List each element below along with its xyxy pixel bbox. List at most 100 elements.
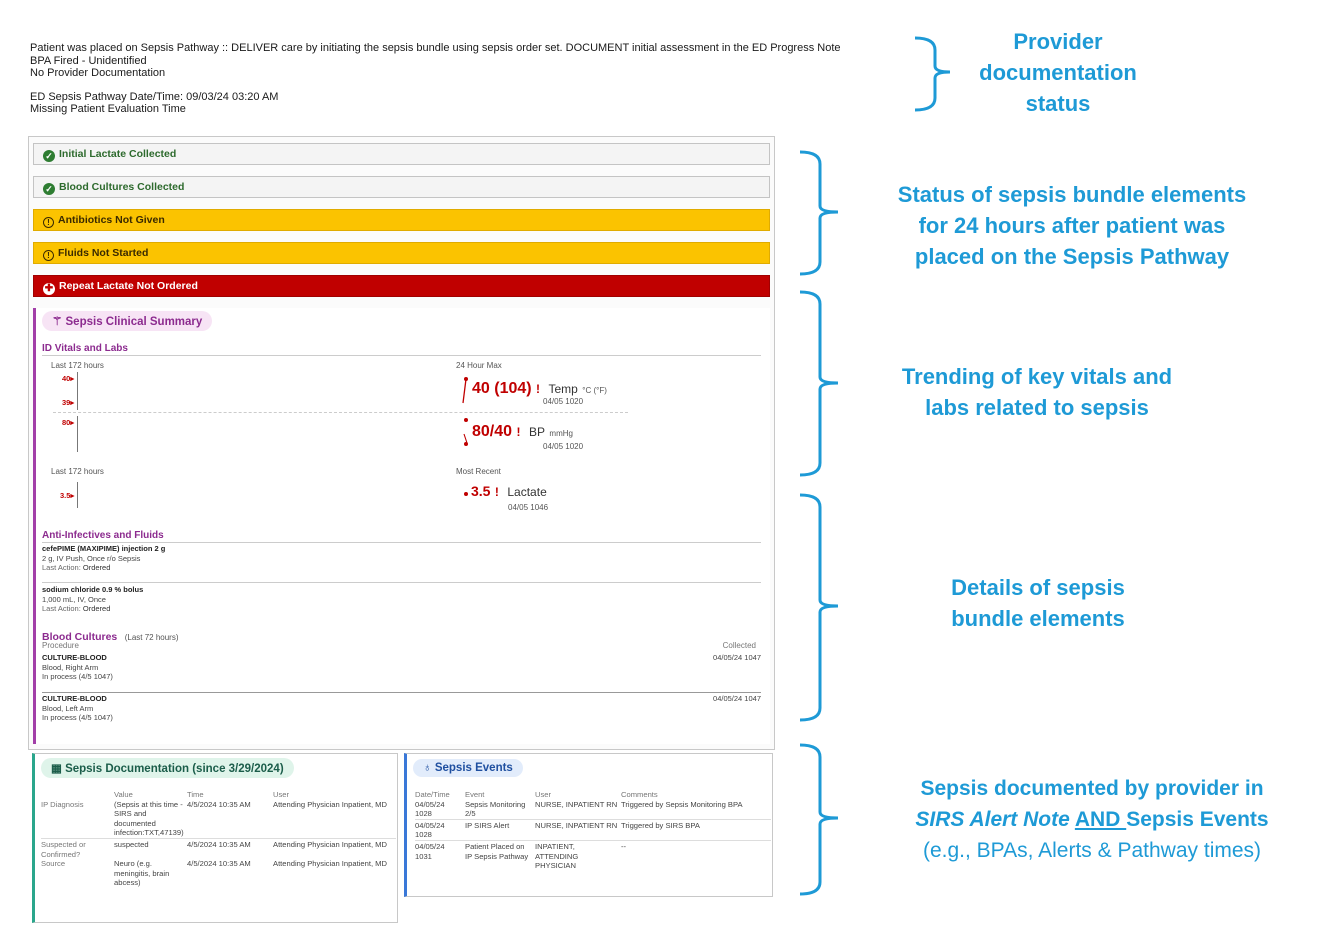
temp-tick-39: 39▸	[62, 398, 75, 407]
exclamation-circle-icon: !	[43, 250, 54, 261]
stethoscope-icon: ♁	[423, 762, 435, 774]
bundle-status-label: Blood Cultures Collected	[59, 181, 185, 193]
event-comment: Triggered by SIRS BPA	[621, 818, 771, 841]
field-time: 4/5/2024 10:35 AM	[187, 859, 251, 869]
temp-sparkline	[77, 372, 78, 410]
table-row[interactable]: Suspected or Confirmed? suspected 4/5/20…	[41, 837, 396, 860]
documentation-title: Sepsis Documentation (since 3/29/2024)	[65, 763, 284, 775]
med-name: cefePIME (MAXIPIME) injection 2 g	[42, 544, 166, 553]
med-order-1[interactable]: cefePIME (MAXIPIME) injection 2 g 2 g, I…	[42, 544, 165, 573]
exclamation-circle-icon: !	[43, 217, 54, 228]
culture-row[interactable]: CULTURE-BLOOD Blood, Left Arm In process…	[42, 694, 761, 723]
bp-trend-line	[463, 433, 468, 444]
culture-name: CULTURE-BLOOD	[42, 653, 107, 662]
table-icon: ▦	[51, 763, 66, 775]
bundle-status-bar[interactable]: ! Fluids Not Started	[33, 242, 770, 264]
abnormal-icon: !	[536, 382, 541, 396]
culture-collected: 04/05/24 1047	[713, 694, 761, 703]
annotation-line: (e.g., BPAs, Alerts & Pathway times)	[922, 839, 1262, 862]
field-user: Attending Physician Inpatient, MD	[273, 859, 387, 869]
table-row[interactable]: 04/05/24 1028 IP SIRS Alert NURSE, INPAT…	[415, 818, 771, 841]
col-header: Comments	[621, 790, 658, 799]
annotation-provider-doc: Provider documentation status	[950, 26, 1166, 119]
sirs-alert-note-text: SIRS Alert Note	[915, 808, 1070, 831]
col-header: Date/Time	[415, 790, 450, 799]
bp-value-block: 80/40 ! BP mmHg	[472, 423, 573, 441]
culture-site: Blood, Right Arm	[42, 662, 99, 672]
col-header: User	[273, 790, 290, 799]
temp-trend-line	[462, 378, 467, 404]
annotation-details: Details of sepsis bundle elements	[852, 572, 1224, 634]
med-detail: 1,000 mL, IV, Once	[42, 594, 106, 604]
bp-tick-80: 80▸	[62, 418, 75, 427]
annotation-bundle-status: Status of sepsis bundle elements for 24 …	[852, 179, 1292, 272]
tick-label: 3.5	[60, 491, 71, 500]
blood-cultures-sub: (Last 72 hours)	[124, 633, 179, 642]
col-header: Value	[114, 790, 133, 799]
event-user: NURSE, INPATIENT RN	[535, 818, 621, 841]
bp-label: BP	[528, 425, 545, 439]
bp-sparkline	[77, 416, 78, 452]
col-procedure: Procedure	[42, 641, 79, 650]
last-action-label: Last Action:	[42, 604, 81, 613]
bundle-status-bar[interactable]: ✓ Blood Cultures Collected	[33, 176, 770, 198]
lactate-tick-35: 3.5▸	[60, 491, 75, 500]
lactate-time: 04/05 1046	[508, 503, 549, 512]
event-comment: Triggered by Sepsis Monitoring BPA	[621, 799, 743, 809]
table-row[interactable]: 04/05/24 1031 Patient Placed on IP Sepsi…	[415, 839, 771, 871]
brace-1	[914, 36, 951, 112]
event-comment: --	[621, 839, 771, 871]
lactate-label: Lactate	[507, 485, 547, 499]
tick-label: 80	[62, 418, 71, 427]
annotation-line: for 24 hours after patient was	[918, 213, 1226, 238]
bundle-status-bar[interactable]: ! Antibiotics Not Given	[33, 209, 770, 231]
annotation-trending: Trending of key vitals and labs related …	[852, 361, 1222, 423]
event-datetime: 04/05/24 1028	[415, 799, 445, 819]
culture-collected: 04/05/24 1047	[713, 653, 761, 662]
table-row[interactable]: IP Diagnosis (Sepsis at this time - SIRS…	[41, 800, 396, 839]
divider	[53, 412, 628, 413]
event-name: IP SIRS Alert	[465, 818, 535, 841]
event-name: Sepsis Monitoring 2/5	[465, 799, 526, 819]
annotation-line: Status of sepsis bundle elements	[897, 182, 1247, 207]
med-order-2[interactable]: sodium chloride 0.9 % bolus 1,000 mL, IV…	[42, 585, 143, 614]
documentation-title-pill[interactable]: ▦ Sepsis Documentation (since 3/29/2024)	[41, 758, 294, 778]
col-header: User	[535, 790, 552, 799]
bundle-status-bar[interactable]: ✓ Initial Lactate Collected	[33, 143, 770, 165]
summary-title-pill[interactable]: ⚚ Sepsis Clinical Summary	[42, 311, 213, 331]
annotation-documented: Sepsis documented by provider in SIRS Al…	[852, 773, 1332, 866]
tick-label: 39	[62, 398, 71, 407]
summary-icon: ⚚	[52, 316, 66, 328]
field-label: Suspected or Confirmed?	[41, 837, 114, 860]
bp-systolic-dot	[464, 418, 468, 422]
field-value: Neuro (e.g. meningitis, brain abcess)	[114, 859, 170, 888]
annotation-line: status	[1025, 91, 1091, 116]
bundle-status-label: Antibiotics Not Given	[58, 214, 165, 226]
bundle-status-label: Repeat Lactate Not Ordered	[59, 280, 198, 292]
annotation-line: bundle elements	[951, 606, 1125, 631]
last-action-label: Last Action:	[42, 563, 81, 572]
event-user: INPATIENT, ATTENDING PHYSICIAN	[535, 839, 621, 871]
col-header: Event	[465, 790, 485, 799]
events-title-pill[interactable]: ♁ Sepsis Events	[413, 759, 523, 777]
annotation-line: placed on the Sepsis Pathway	[914, 244, 1230, 269]
sepsis-documentation-panel: ▦ Sepsis Documentation (since 3/29/2024)…	[32, 753, 398, 923]
culture-row[interactable]: CULTURE-BLOOD Blood, Right Arm In proces…	[42, 653, 761, 682]
annotation-line: Sepsis documented by provider in	[920, 777, 1264, 800]
sepsis-events-text: Sepsis Events	[1126, 808, 1269, 831]
events-table: Date/Time Event User Comments 04/05/24 1…	[415, 790, 771, 871]
last-action-value: Ordered	[82, 563, 111, 572]
table-row[interactable]: 04/05/24 1028 Sepsis Monitoring 2/5 NURS…	[415, 800, 771, 820]
med-name: sodium chloride 0.9 % bolus	[42, 585, 144, 594]
culture-name: CULTURE-BLOOD	[42, 694, 107, 703]
field-user: Attending Physician Inpatient, MD	[273, 799, 387, 809]
bundle-status-bar[interactable]: ✚ Repeat Lactate Not Ordered	[33, 275, 770, 297]
temp-unit: °C (°F)	[582, 386, 607, 395]
event-name: Patient Placed on IP Sepsis Pathway	[465, 839, 535, 871]
lactate-value: 3.5	[471, 483, 491, 499]
tick-label: 40	[62, 374, 71, 383]
temp-value-block: 40 (104) ! Temp °C (°F)	[472, 380, 607, 398]
table-row[interactable]: Source Neuro (e.g. meningitis, brain abc…	[41, 859, 396, 888]
bp-value: 80/40	[472, 423, 513, 440]
field-label: IP Diagnosis	[41, 799, 84, 809]
